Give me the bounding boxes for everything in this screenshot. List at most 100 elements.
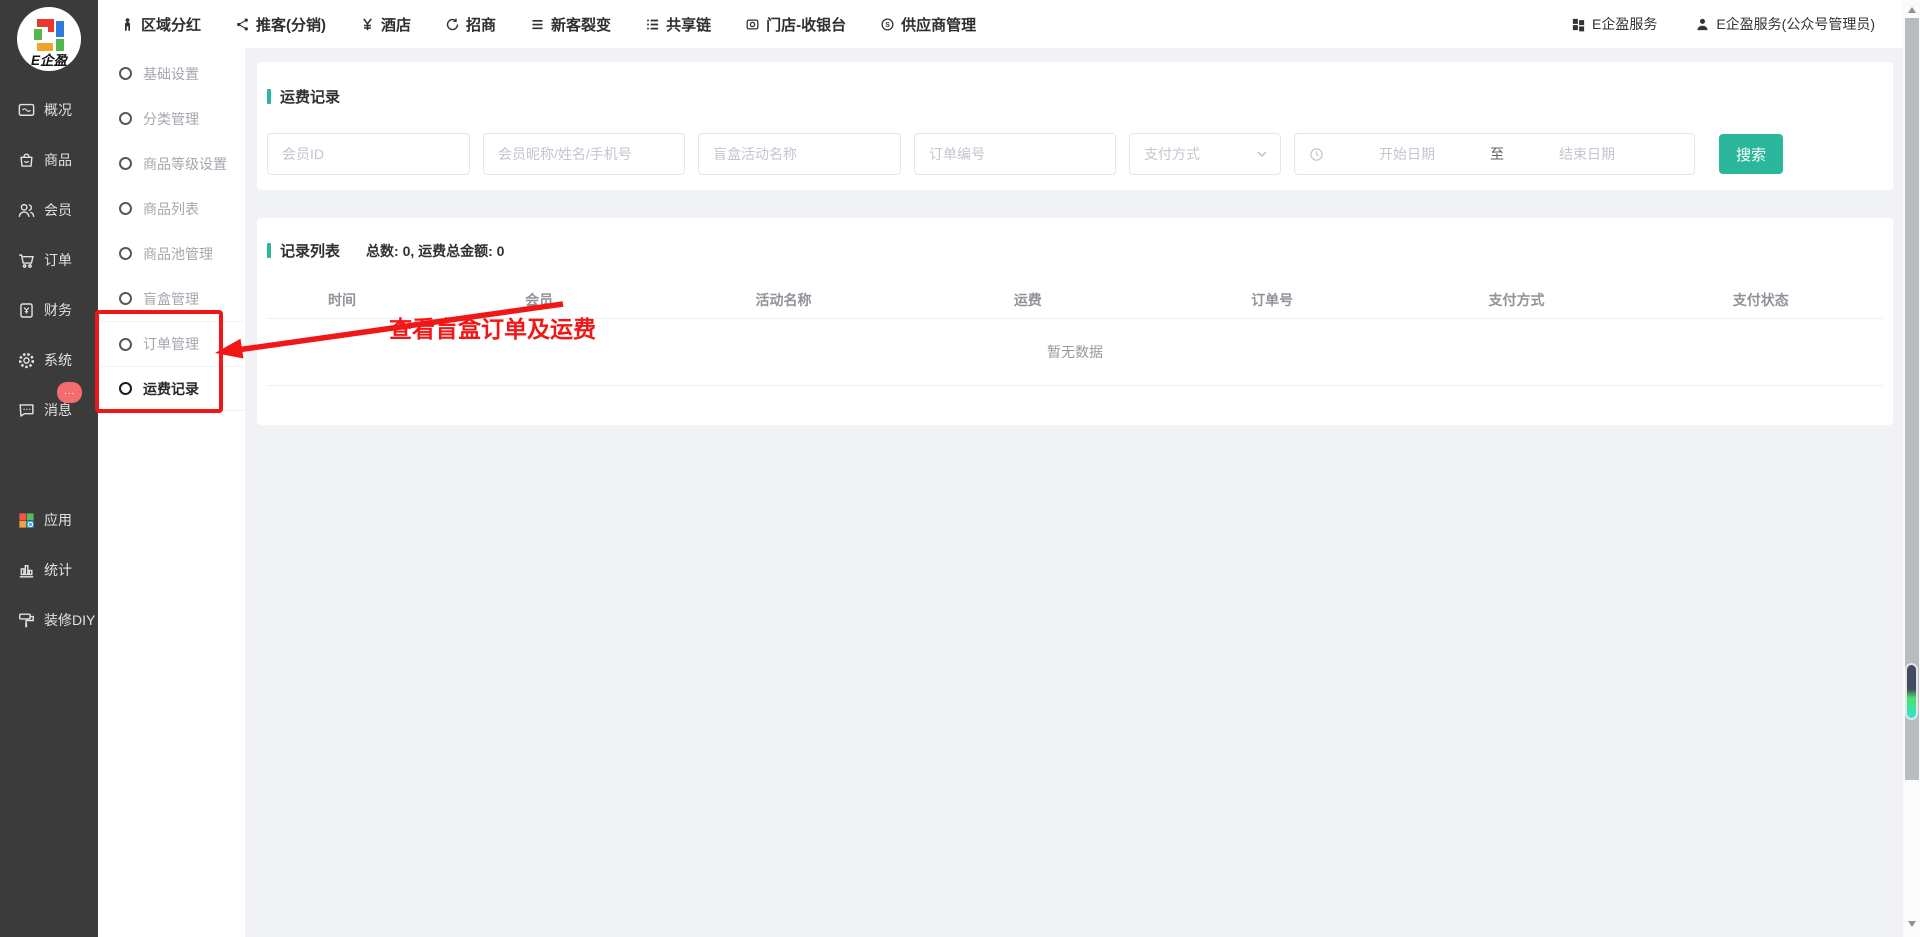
sidebar-item-label: 财务 — [44, 300, 72, 320]
topnav-label: 区域分红 — [141, 14, 201, 35]
sidebar-item-label: 订单 — [44, 250, 72, 270]
apps-icon — [17, 511, 36, 530]
submenu-label: 商品列表 — [143, 199, 199, 219]
accent-bar-icon — [267, 89, 271, 104]
topnav-label: 供应商管理 — [901, 14, 976, 35]
sidebar-item-finance[interactable]: 财务 — [0, 285, 98, 335]
brand-logo[interactable]: E企盈 — [16, 6, 82, 77]
primary-nav: 概况 商品 会员 订单 财务 系统 — [0, 85, 98, 645]
topnav-item-hotel[interactable]: 酒店 — [360, 14, 411, 35]
column-header-member: 会员 — [417, 290, 661, 310]
sidebar-item-label: 系统 — [44, 350, 72, 370]
pay-method-select[interactable]: 支付方式 — [1129, 133, 1281, 175]
grid-icon — [1571, 17, 1586, 32]
topnav-item-supplier-management[interactable]: S 供应商管理 — [880, 14, 976, 35]
topnav-label: 门店-收银台 — [766, 14, 846, 35]
topnav-label: 推客(分销) — [256, 14, 326, 35]
topnav-item-investment[interactable]: 招商 — [445, 14, 496, 35]
yen-icon — [360, 17, 375, 32]
circle-icon — [119, 112, 132, 125]
column-header-pay-status: 支付状态 — [1639, 290, 1883, 310]
user-icon — [1695, 17, 1710, 32]
logo-icon: E企盈 — [16, 6, 82, 72]
empty-state: 暂无数据 — [267, 319, 1883, 386]
circle-icon — [119, 382, 132, 395]
top-nav-bar: 区域分红 推客(分销) 酒店 招商 新客裂变 共享链 门店-收银台 S 供应商管 — [98, 0, 1903, 48]
store-icon — [745, 17, 760, 32]
records-table: 时间 会员 活动名称 运费 订单号 支付方式 支付状态 暂无数据 — [267, 281, 1883, 386]
column-header-activity: 活动名称 — [661, 290, 905, 310]
sidebar-item-overview[interactable]: 概况 — [0, 85, 98, 135]
topnav-label: 新客裂变 — [551, 14, 611, 35]
person-icon — [120, 17, 135, 32]
submenu-item-freight-records[interactable]: 运费记录 — [98, 366, 245, 411]
primary-sidebar: E企盈 概况 商品 会员 订单 财务 — [0, 0, 98, 937]
empty-text: 暂无数据 — [1047, 342, 1103, 362]
start-date-field[interactable]: 开始日期 — [1324, 144, 1490, 164]
record-list-title: 记录列表 — [280, 240, 340, 261]
topnav-item-new-customer-fission[interactable]: 新客裂变 — [530, 14, 611, 35]
scroll-up-arrow-icon[interactable] — [1903, 3, 1920, 17]
date-range-picker[interactable]: 开始日期 至 结束日期 — [1294, 133, 1695, 175]
sidebar-item-label: 消息 — [44, 400, 72, 420]
accent-bar-icon — [267, 243, 271, 258]
submenu-label: 基础设置 — [143, 64, 199, 84]
blindbox-activity-input[interactable] — [698, 133, 901, 175]
circle-icon — [119, 202, 132, 215]
main-content: 运费记录 支付方式 开始日期 至 结束日期 搜索 — [245, 48, 1903, 937]
submenu-item-goods-level-settings[interactable]: 商品等级设置 — [98, 141, 245, 186]
scroll-down-arrow-icon[interactable] — [1903, 917, 1920, 931]
member-nickname-input[interactable] — [483, 133, 685, 175]
freight-search-panel: 运费记录 支付方式 开始日期 至 结束日期 搜索 — [257, 62, 1893, 190]
vertical-scrollbar[interactable] — [1903, 0, 1920, 937]
sidebar-item-label: 统计 — [44, 560, 72, 580]
order-no-input[interactable] — [914, 133, 1116, 175]
sidebar-item-apps[interactable]: 应用 — [0, 495, 98, 545]
topnav-label: 共享链 — [666, 14, 711, 35]
sidebar-item-decoration-diy[interactable]: 装修DIY — [0, 595, 98, 645]
member-id-input[interactable] — [267, 133, 470, 175]
column-header-pay-method: 支付方式 — [1394, 290, 1638, 310]
members-icon — [17, 201, 36, 220]
submenu-label: 订单管理 — [143, 334, 199, 354]
submenu-item-goods-pool-management[interactable]: 商品池管理 — [98, 231, 245, 276]
logo-text: E企盈 — [31, 53, 69, 68]
end-date-field[interactable]: 结束日期 — [1504, 144, 1670, 164]
account-menu[interactable]: E企盈服务(公众号管理员) — [1695, 14, 1875, 34]
topnav-item-share-chain[interactable]: 共享链 — [645, 14, 711, 35]
sidebar-item-label: 装修DIY — [44, 610, 95, 630]
sidebar-item-members[interactable]: 会员 — [0, 185, 98, 235]
sidebar-item-system[interactable]: 系统 — [0, 335, 98, 385]
submenu-item-goods-list[interactable]: 商品列表 — [98, 186, 245, 231]
recycle-icon — [445, 17, 460, 32]
page-title: 运费记录 — [280, 86, 340, 107]
svg-text:S: S — [885, 22, 890, 29]
menu-lines-icon — [530, 17, 545, 32]
submenu-label: 分类管理 — [143, 109, 199, 129]
submenu-item-basic-settings[interactable]: 基础设置 — [98, 51, 245, 96]
panel-title-row: 运费记录 — [267, 86, 1893, 107]
sidebar-item-goods[interactable]: 商品 — [0, 135, 98, 185]
account-label: E企盈服务(公众号管理员) — [1716, 14, 1875, 34]
message-badge: ... — [57, 382, 82, 403]
sidebar-item-orders[interactable]: 订单 — [0, 235, 98, 285]
list-icon — [645, 17, 660, 32]
sidebar-item-statistics[interactable]: 统计 — [0, 545, 98, 595]
scroll-position-marker — [1905, 663, 1918, 720]
sidebar-item-label: 概况 — [44, 100, 72, 120]
topnav-item-store-cashier[interactable]: 门店-收银台 — [745, 14, 846, 35]
circle-icon — [119, 292, 132, 305]
circle-icon — [119, 338, 132, 351]
topnav-item-region-dividend[interactable]: 区域分红 — [120, 14, 201, 35]
gear-icon — [17, 351, 36, 370]
sidebar-item-label: 应用 — [44, 510, 72, 530]
submenu-item-category-management[interactable]: 分类管理 — [98, 96, 245, 141]
sidebar-item-messages[interactable]: 消息 ... — [0, 385, 98, 435]
search-button[interactable]: 搜索 — [1719, 134, 1783, 174]
submenu-item-order-management[interactable]: 订单管理 — [98, 321, 245, 366]
topnav-item-distribution[interactable]: 推客(分销) — [235, 14, 326, 35]
date-separator: 至 — [1490, 144, 1504, 164]
submenu-item-blind-box-management[interactable]: 盲盒管理 — [98, 276, 245, 321]
clock-icon — [1309, 147, 1324, 162]
service-shortcut[interactable]: E企盈服务 — [1571, 14, 1657, 34]
